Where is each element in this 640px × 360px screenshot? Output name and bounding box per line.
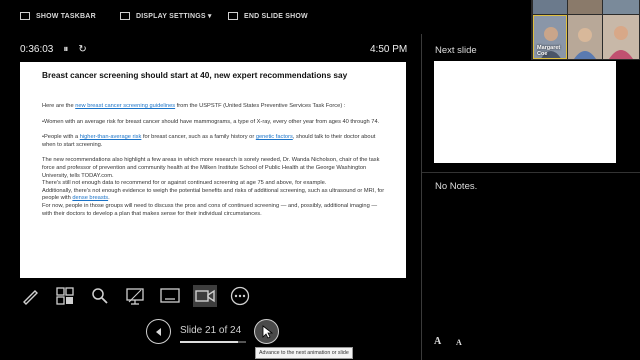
video-camera-icon: [195, 289, 215, 303]
slide-progress-fill: [180, 341, 238, 343]
participant-tile-2[interactable]: [568, 0, 602, 14]
dense-breasts-link[interactable]: dense breasts: [72, 195, 108, 201]
bullet2-text: •People with a: [42, 134, 80, 141]
slide-bullet-2: •People with a higher-than-average risk …: [42, 134, 386, 149]
presenter-tools: [18, 284, 252, 308]
higher-risk-link[interactable]: higher-than-average risk: [80, 134, 142, 140]
show-taskbar-button[interactable]: SHOW TASKBAR: [20, 12, 96, 20]
slide-bullet-1: •Women with an average risk for breast c…: [42, 118, 380, 125]
bullet2-text-mid: for breast cancer, such as a family hist…: [141, 134, 256, 141]
speaker-notes: No Notes.: [435, 181, 478, 192]
end-show-icon: [228, 12, 238, 20]
current-time: 4:50 PM: [370, 44, 408, 55]
participant-tile-1[interactable]: [533, 0, 567, 14]
increase-font-button[interactable]: A: [434, 336, 441, 347]
timer-value: 0:36:03: [20, 44, 54, 55]
presenter-toolbar: SHOW TASKBAR DISPLAY SETTINGS ▾ END SLID…: [0, 0, 530, 34]
arrow-left-icon: [155, 327, 161, 336]
next-slide-preview[interactable]: [434, 61, 616, 163]
display-settings-label: DISPLAY SETTINGS ▾: [136, 13, 212, 20]
show-taskbar-label: SHOW TASKBAR: [36, 12, 96, 20]
guidelines-link[interactable]: new breast cancer screening guidelines: [75, 103, 175, 109]
zoom-button[interactable]: [88, 285, 112, 307]
genetic-factors-link[interactable]: genetic factors: [256, 134, 293, 140]
slide-title: Breast cancer screening should start at …: [42, 70, 348, 80]
panel-divider: [421, 34, 422, 360]
next-slide-label: Next slide: [435, 45, 477, 56]
more-options-icon: [230, 286, 250, 306]
slide-intro: Here are the new breast cancer screening…: [42, 103, 386, 111]
magnifier-icon: [92, 288, 108, 304]
participant-silhouette: [609, 26, 633, 59]
pause-timer-icon[interactable]: ⏸: [63, 44, 68, 55]
current-slide[interactable]: Breast cancer screening should start at …: [20, 62, 406, 278]
participant-silhouette: [574, 28, 596, 59]
slide-paragraph-4: For now, people in those groups will nee…: [42, 202, 378, 217]
decrease-font-button[interactable]: A: [456, 338, 462, 347]
monitor-icon: [120, 12, 130, 20]
pen-icon: [23, 290, 38, 305]
para3-text-end: .: [108, 195, 110, 202]
notes-separator: [422, 172, 640, 173]
next-slide-button[interactable]: [254, 319, 279, 344]
participant-name: Margaret Coe: [537, 45, 561, 57]
see-all-slides-button[interactable]: [53, 285, 77, 307]
participant-tile-3[interactable]: [603, 0, 639, 14]
slide-paragraph-1: The new recommendations also highlight a…: [42, 157, 380, 179]
previous-slide-button[interactable]: [146, 319, 171, 344]
participant-tile-margaret[interactable]: Margaret Coe: [533, 15, 567, 59]
video-call-tiles: Margaret Coe: [531, 0, 640, 60]
participant-tile-6[interactable]: [603, 15, 639, 59]
black-screen-button[interactable]: [158, 285, 182, 307]
taskbar-icon: [20, 12, 30, 20]
end-slide-show-label: END SLIDE SHOW: [244, 12, 308, 20]
intro-text-end: from the USPSTF (United States Preventiv…: [175, 103, 346, 109]
pen-tool-button[interactable]: [18, 285, 42, 307]
participant-tile-5[interactable]: [568, 15, 602, 59]
slide-body-block: The new recommendations also highlight a…: [42, 157, 386, 218]
slide-paragraph-3: Additionally, there's not enough evidenc…: [42, 188, 386, 203]
slides-grid-icon: [56, 287, 74, 305]
intro-text: Here are the: [42, 103, 76, 109]
screen-pointer-icon: [126, 288, 144, 305]
presentation-timer: 0:36:03 ⏸ ↻: [20, 44, 87, 55]
more-options-button[interactable]: [228, 285, 252, 307]
end-slide-show-button[interactable]: END SLIDE SHOW: [228, 12, 308, 20]
slide-progress-bar: [180, 341, 246, 343]
subtitles-icon: [160, 288, 180, 303]
pointer-button[interactable]: [123, 285, 147, 307]
camera-toggle-button[interactable]: [193, 285, 217, 307]
mouse-cursor-icon: [262, 324, 273, 339]
next-slide-tooltip: Advance to the next animation or slide: [255, 347, 353, 359]
slide-paragraph-2: There's still not enough data to recomme…: [42, 180, 327, 187]
restart-timer-icon[interactable]: ↻: [78, 44, 86, 55]
slide-counter[interactable]: Slide 21 of 24: [180, 325, 241, 336]
display-settings-button[interactable]: DISPLAY SETTINGS ▾: [120, 12, 212, 20]
